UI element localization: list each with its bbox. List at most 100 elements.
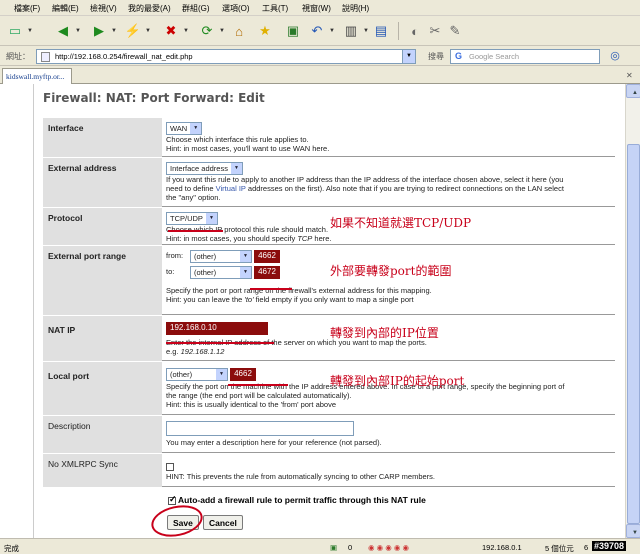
from-port-input[interactable]: 4662 [254, 250, 280, 263]
annotation-underline [166, 342, 274, 344]
status-count: 0 [348, 543, 353, 552]
chevron-down-icon[interactable]: ▼ [219, 28, 225, 34]
chevron-down-icon[interactable]: ▼ [111, 28, 117, 34]
google-icon: G [455, 51, 463, 61]
local-port-input[interactable]: 4662 [230, 368, 256, 381]
chevron-down-icon: ▼ [216, 369, 227, 380]
cancel-button[interactable]: Cancel [203, 515, 243, 530]
page-title: Firewall: NAT: Port Forward: Edit [43, 91, 265, 105]
auto-add-checkbox[interactable] [168, 496, 176, 505]
chevron-down-icon: ▼ [190, 123, 202, 134]
status-num: 6 [584, 543, 589, 552]
toolbar: ▭ ▼ ◀ ▼ ▶ ▼ ⚡ ▼ ✖ ▼ ⟳ ▼ ⌂ ★ ▣ ↶ ▼ ▥ ▼ ▤ … [0, 16, 640, 46]
to-port-select[interactable]: (other) ▼ [190, 266, 252, 279]
menu-options[interactable]: 選項(O) [222, 3, 250, 14]
row-local-port: Local port (other) ▼ 4662 Specify the por… [43, 362, 615, 416]
auto-add-row: Auto-add a firewall rule to permit traff… [168, 495, 426, 505]
chevron-down-icon: ▼ [230, 163, 242, 174]
search-input[interactable]: G Google Search [450, 49, 600, 64]
undo-icon[interactable]: ↶ [306, 20, 328, 42]
description-input[interactable] [166, 421, 354, 436]
chevron-down-icon[interactable]: ▼ [27, 28, 33, 34]
home-icon[interactable]: ⌂ [228, 20, 250, 42]
status-items: 5 個位元 [545, 544, 574, 553]
chevron-down-icon[interactable]: ▼ [75, 28, 81, 34]
chevron-down-icon[interactable]: ▼ [363, 28, 369, 34]
protocol-label: Protocol [43, 208, 162, 245]
chevron-down-icon: ▼ [205, 213, 217, 224]
save-page-icon[interactable]: ▣ [282, 20, 304, 42]
scroll-up-icon[interactable]: ▲ [626, 84, 640, 98]
menu-help[interactable]: 說明(H) [342, 3, 369, 14]
row-external-address: External address Interface address ▼ If y… [43, 158, 615, 208]
description-label: Description [43, 416, 162, 453]
local-port-select[interactable]: (other) ▼ [166, 368, 228, 381]
home-run-icon[interactable]: ⚡ [122, 20, 144, 42]
page-icon [41, 52, 50, 62]
menu-file[interactable]: 檔案(F) [14, 3, 40, 14]
address-input[interactable]: http://192.168.0.254/firewall_nat_edit.p… [36, 49, 416, 64]
page-viewport: Firewall: NAT: Port Forward: Edit Interf… [0, 84, 625, 538]
vertical-scrollbar[interactable]: ▲ ▼ [625, 84, 640, 538]
no-xmlrpc-checkbox[interactable] [166, 463, 174, 472]
interface-cell: WAN ▼ Choose which interface this rule ap… [162, 118, 615, 157]
tools-icon[interactable]: ✎ [444, 20, 466, 42]
status-done: 完成 [4, 544, 19, 553]
from-port-select[interactable]: (other) ▼ [190, 250, 252, 263]
external-address-label: External address [43, 158, 162, 207]
tab-bar: kidswall.myftp.or... ✕ [0, 66, 640, 84]
interface-select[interactable]: WAN ▼ [166, 122, 203, 135]
chevron-down-icon: ▼ [240, 251, 251, 262]
refresh-icon[interactable]: ⟳ [196, 20, 218, 42]
to-port-input[interactable]: 4672 [254, 266, 280, 279]
globe-icon[interactable]: ◐ [404, 20, 426, 42]
menu-bar: 檔案(F) 編輯(E) 檢視(V) 我的最愛(A) 群組(G) 選項(O) 工具… [0, 0, 640, 16]
external-address-cell: Interface address ▼ If you want this rule… [162, 158, 615, 207]
stop-icon[interactable]: ✖ [160, 20, 182, 42]
status-shield-icon: ▣ [330, 543, 338, 552]
layout-icon[interactable]: ▤ [370, 20, 392, 42]
chevron-down-icon[interactable]: ▼ [329, 28, 335, 34]
status-icons: ◉ ◉ ◉ ◉ ◉ [368, 543, 410, 552]
divider [398, 22, 399, 40]
address-url: http://192.168.0.254/firewall_nat_edit.p… [55, 52, 193, 61]
scroll-thumb[interactable] [627, 144, 640, 524]
local-port-label: Local port [43, 362, 162, 415]
row-no-xmlrpc: No XMLRPC Sync HINT: This prevents the r… [43, 454, 615, 488]
chevron-down-icon[interactable]: ▼ [145, 28, 151, 34]
close-icon[interactable]: ✕ [626, 71, 633, 80]
scroll-down-icon[interactable]: ▼ [626, 524, 640, 538]
back-icon[interactable]: ◀ [52, 20, 74, 42]
annotation-protocol: 如果不知道就選TCP/UDP [330, 216, 472, 230]
new-page-icon[interactable]: ▭ [4, 20, 26, 42]
chevron-down-icon[interactable]: ▼ [402, 50, 415, 63]
columns-icon[interactable]: ▥ [340, 20, 362, 42]
menu-favorites[interactable]: 我的最愛(A) [128, 3, 171, 14]
menu-window[interactable]: 視窗(W) [302, 3, 331, 14]
no-xmlrpc-cell: HINT: This prevents the rule from automa… [162, 454, 615, 487]
forward-icon[interactable]: ▶ [88, 20, 110, 42]
annotation-local-port: 轉發到內部IP的起始port [330, 374, 465, 388]
nat-ip-label: NAT IP [43, 316, 162, 361]
nat-ip-input[interactable]: 192.168.0.10 [166, 322, 268, 335]
external-address-select[interactable]: Interface address ▼ [166, 162, 243, 175]
search-placeholder: Google Search [469, 52, 520, 61]
search-go-icon[interactable]: ◎ [604, 44, 626, 66]
menu-group[interactable]: 群組(G) [182, 3, 210, 14]
row-protocol: Protocol TCP/UDP ▼ Choose which IP protoc… [43, 208, 615, 246]
address-label: 網址： [6, 52, 30, 61]
chevron-down-icon[interactable]: ▼ [183, 28, 189, 34]
clip-icon[interactable]: ✂ [424, 20, 446, 42]
interface-label: Interface [43, 118, 162, 157]
protocol-select[interactable]: TCP/UDP ▼ [166, 212, 218, 225]
row-description: Description You may enter a description … [43, 416, 615, 454]
menu-tools[interactable]: 工具(T) [262, 3, 288, 14]
star-icon[interactable]: ★ [254, 20, 276, 42]
annotation-underline [168, 230, 223, 232]
status-ip: 192.168.0.1 [482, 543, 522, 552]
menu-edit[interactable]: 編輯(E) [52, 3, 79, 14]
menu-view[interactable]: 檢視(V) [90, 3, 117, 14]
tab-title: kidswall.myftp.or... [6, 72, 65, 81]
tab-active[interactable]: kidswall.myftp.or... [2, 68, 72, 84]
virtual-ip-link[interactable]: Virtual IP [216, 184, 246, 193]
